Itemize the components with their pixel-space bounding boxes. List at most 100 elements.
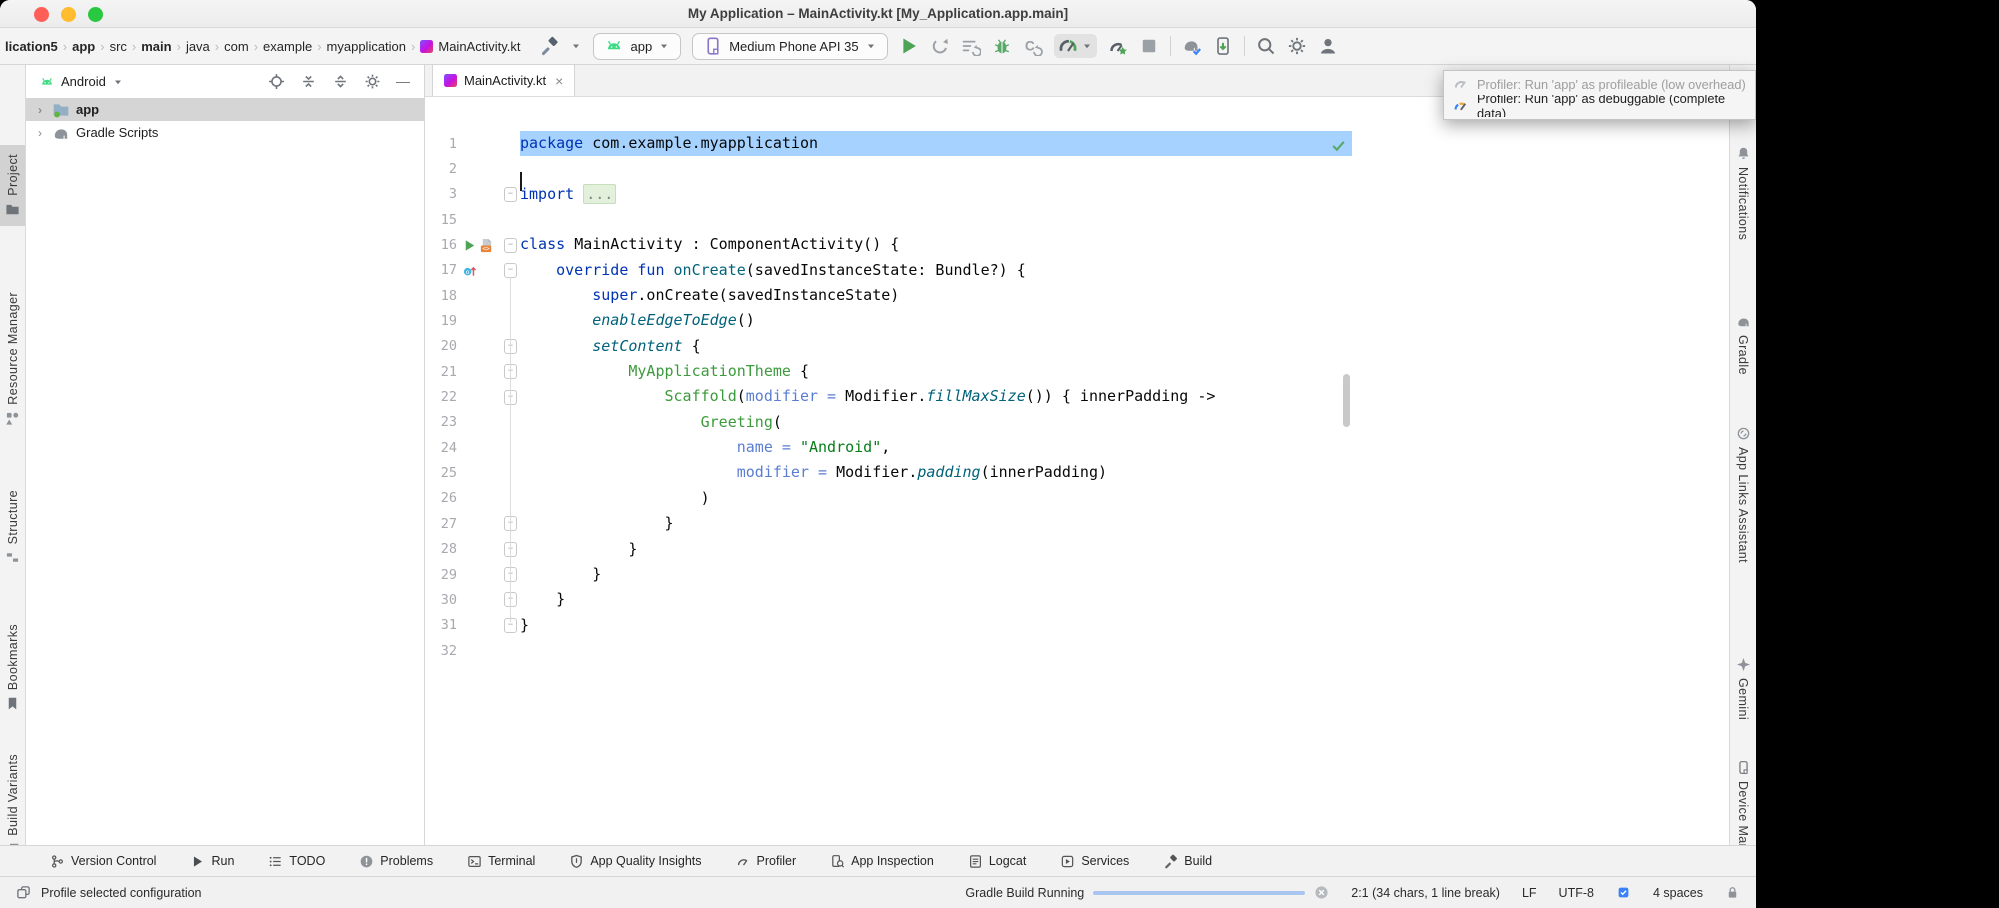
- inspections-ok-icon[interactable]: [1330, 137, 1347, 154]
- code-editor[interactable]: 1package com.example.myapplication23−imp…: [425, 97, 1729, 845]
- profiler-button[interactable]: [1054, 34, 1097, 58]
- line-number[interactable]: 25: [431, 465, 457, 481]
- tool-strip-tab-bookmarks[interactable]: Bookmarks: [0, 615, 25, 720]
- cancel-build-icon[interactable]: [1314, 885, 1329, 900]
- tool-window-button-build[interactable]: Build: [1163, 854, 1212, 869]
- line-number[interactable]: 28: [431, 541, 457, 557]
- chevron-down-icon[interactable]: [112, 76, 124, 88]
- tool-strip-tab-gradle[interactable]: Gradle: [1730, 305, 1756, 384]
- tool-window-button-app-inspection[interactable]: App Inspection: [830, 854, 934, 869]
- line-number[interactable]: 1: [431, 136, 457, 152]
- build-hammer-icon[interactable]: [539, 36, 559, 56]
- settings-gear-icon[interactable]: [1287, 36, 1307, 56]
- breadcrumb-item[interactable]: com: [221, 39, 252, 54]
- line-number[interactable]: 15: [431, 212, 457, 228]
- collapse-all-icon[interactable]: [300, 73, 317, 90]
- line-number[interactable]: 29: [431, 567, 457, 583]
- tool-window-button-run[interactable]: Run: [190, 854, 234, 869]
- breadcrumb-item[interactable]: lication5: [2, 39, 61, 54]
- tab-mainactivity[interactable]: MainActivity.kt ×: [432, 64, 575, 96]
- breadcrumb-item[interactable]: java: [183, 39, 213, 54]
- device-manager-icon[interactable]: [1213, 36, 1233, 56]
- tool-window-button-todo[interactable]: TODO: [268, 854, 325, 869]
- zoom-window-button[interactable]: [88, 7, 103, 22]
- tool-window-button-version-control[interactable]: Version Control: [50, 854, 156, 869]
- tool-strip-tab-resource-manager[interactable]: Resource Manager: [0, 283, 25, 435]
- expand-all-icon[interactable]: [332, 73, 349, 90]
- run-configuration-selector[interactable]: app: [593, 33, 681, 60]
- indent-widget[interactable]: 4 spaces: [1653, 886, 1703, 900]
- debug-button[interactable]: [992, 36, 1012, 56]
- encoding-widget[interactable]: UTF-8: [1559, 886, 1594, 900]
- tree-row-app[interactable]: ›app: [26, 98, 424, 121]
- tool-strip-tab-notifications[interactable]: Notifications: [1730, 137, 1756, 249]
- fold-marker-icon[interactable]: −: [504, 263, 517, 278]
- breadcrumb-item[interactable]: src: [107, 39, 130, 54]
- tool-strip-tab-gemini[interactable]: Gemini: [1730, 648, 1756, 729]
- tool-strip-tab-structure[interactable]: Structure: [0, 481, 25, 574]
- panel-settings-gear-icon[interactable]: [364, 73, 381, 90]
- tool-window-button-services[interactable]: Services: [1060, 854, 1129, 869]
- close-window-button[interactable]: [34, 7, 49, 22]
- line-number[interactable]: 30: [431, 592, 457, 608]
- line-number[interactable]: 20: [431, 338, 457, 354]
- tool-window-button-logcat[interactable]: Logcat: [968, 854, 1027, 869]
- line-number[interactable]: 27: [431, 516, 457, 532]
- line-number[interactable]: 19: [431, 313, 457, 329]
- tool-strip-tab-app-links-assistant[interactable]: App Links Assistant: [1730, 417, 1756, 572]
- expand-chevron-icon[interactable]: ›: [34, 103, 46, 117]
- tool-window-button-problems[interactable]: Problems: [359, 854, 433, 869]
- runmark-icon[interactable]: [462, 238, 477, 253]
- sync-gradle-icon[interactable]: [1182, 36, 1202, 56]
- breadcrumb-item[interactable]: main: [138, 39, 174, 54]
- tool-strip-tab-project[interactable]: Project: [0, 145, 25, 226]
- apply-changes-icon[interactable]: [961, 36, 981, 56]
- line-number[interactable]: 3: [431, 186, 457, 202]
- line-number[interactable]: 18: [431, 288, 457, 304]
- stop-button[interactable]: [1139, 36, 1159, 56]
- lock-icon[interactable]: [1725, 885, 1740, 900]
- editor-scrollbar[interactable]: [1343, 374, 1350, 427]
- line-number[interactable]: 32: [431, 643, 457, 659]
- tool-window-button-profiler[interactable]: Profiler: [736, 854, 797, 869]
- expand-chevron-icon[interactable]: ›: [34, 126, 46, 140]
- tool-window-button-app-quality-insights[interactable]: App Quality Insights: [569, 854, 701, 869]
- breadcrumb-item[interactable]: app: [69, 39, 98, 54]
- restart-activity-icon[interactable]: [930, 36, 950, 56]
- tree-row-gradle-scripts[interactable]: ›Gradle Scripts: [26, 121, 424, 144]
- breadcrumb-item[interactable]: myapplication: [324, 39, 410, 54]
- kclass-icon[interactable]: <>: [479, 238, 494, 253]
- tool-window-switcher-icon[interactable]: [16, 885, 31, 900]
- line-number[interactable]: 2: [431, 161, 457, 177]
- fold-marker-icon[interactable]: −: [504, 187, 517, 202]
- search-icon[interactable]: [1256, 36, 1276, 56]
- select-opened-file-icon[interactable]: [268, 73, 285, 90]
- device-selector[interactable]: Medium Phone API 35: [692, 33, 887, 60]
- apply-code-changes-icon[interactable]: C: [1023, 36, 1043, 56]
- override-icon[interactable]: o: [462, 263, 477, 278]
- close-tab-icon[interactable]: ×: [555, 73, 563, 89]
- breadcrumb-item[interactable]: MainActivity.kt: [417, 39, 523, 54]
- hide-panel-icon[interactable]: —: [396, 73, 410, 90]
- line-number[interactable]: 16: [431, 237, 457, 253]
- fold-marker-icon[interactable]: −: [504, 238, 517, 253]
- run-button[interactable]: [899, 36, 919, 56]
- build-chevron-down-icon[interactable]: [570, 40, 582, 52]
- project-view-selector[interactable]: Android: [61, 74, 106, 89]
- caret-position-widget[interactable]: 2:1 (34 chars, 1 line break): [1351, 886, 1500, 900]
- minimize-window-button[interactable]: [61, 7, 76, 22]
- profiler-menu-item[interactable]: Profiler: Run 'app' as profileable (low …: [1444, 73, 1755, 95]
- plugin-status-icon[interactable]: [1616, 885, 1631, 900]
- line-number[interactable]: 23: [431, 414, 457, 430]
- profiler-menu-item[interactable]: Profiler: Run 'app' as debuggable (compl…: [1444, 95, 1755, 117]
- line-number[interactable]: 22: [431, 389, 457, 405]
- breadcrumb-item[interactable]: example: [260, 39, 315, 54]
- line-number[interactable]: 26: [431, 490, 457, 506]
- line-number[interactable]: 17: [431, 262, 457, 278]
- attach-profiler-icon[interactable]: [1108, 36, 1128, 56]
- line-number[interactable]: 31: [431, 617, 457, 633]
- line-ending-widget[interactable]: LF: [1522, 886, 1537, 900]
- account-icon[interactable]: [1318, 36, 1338, 56]
- line-number[interactable]: 24: [431, 440, 457, 456]
- tool-window-button-terminal[interactable]: Terminal: [467, 854, 535, 869]
